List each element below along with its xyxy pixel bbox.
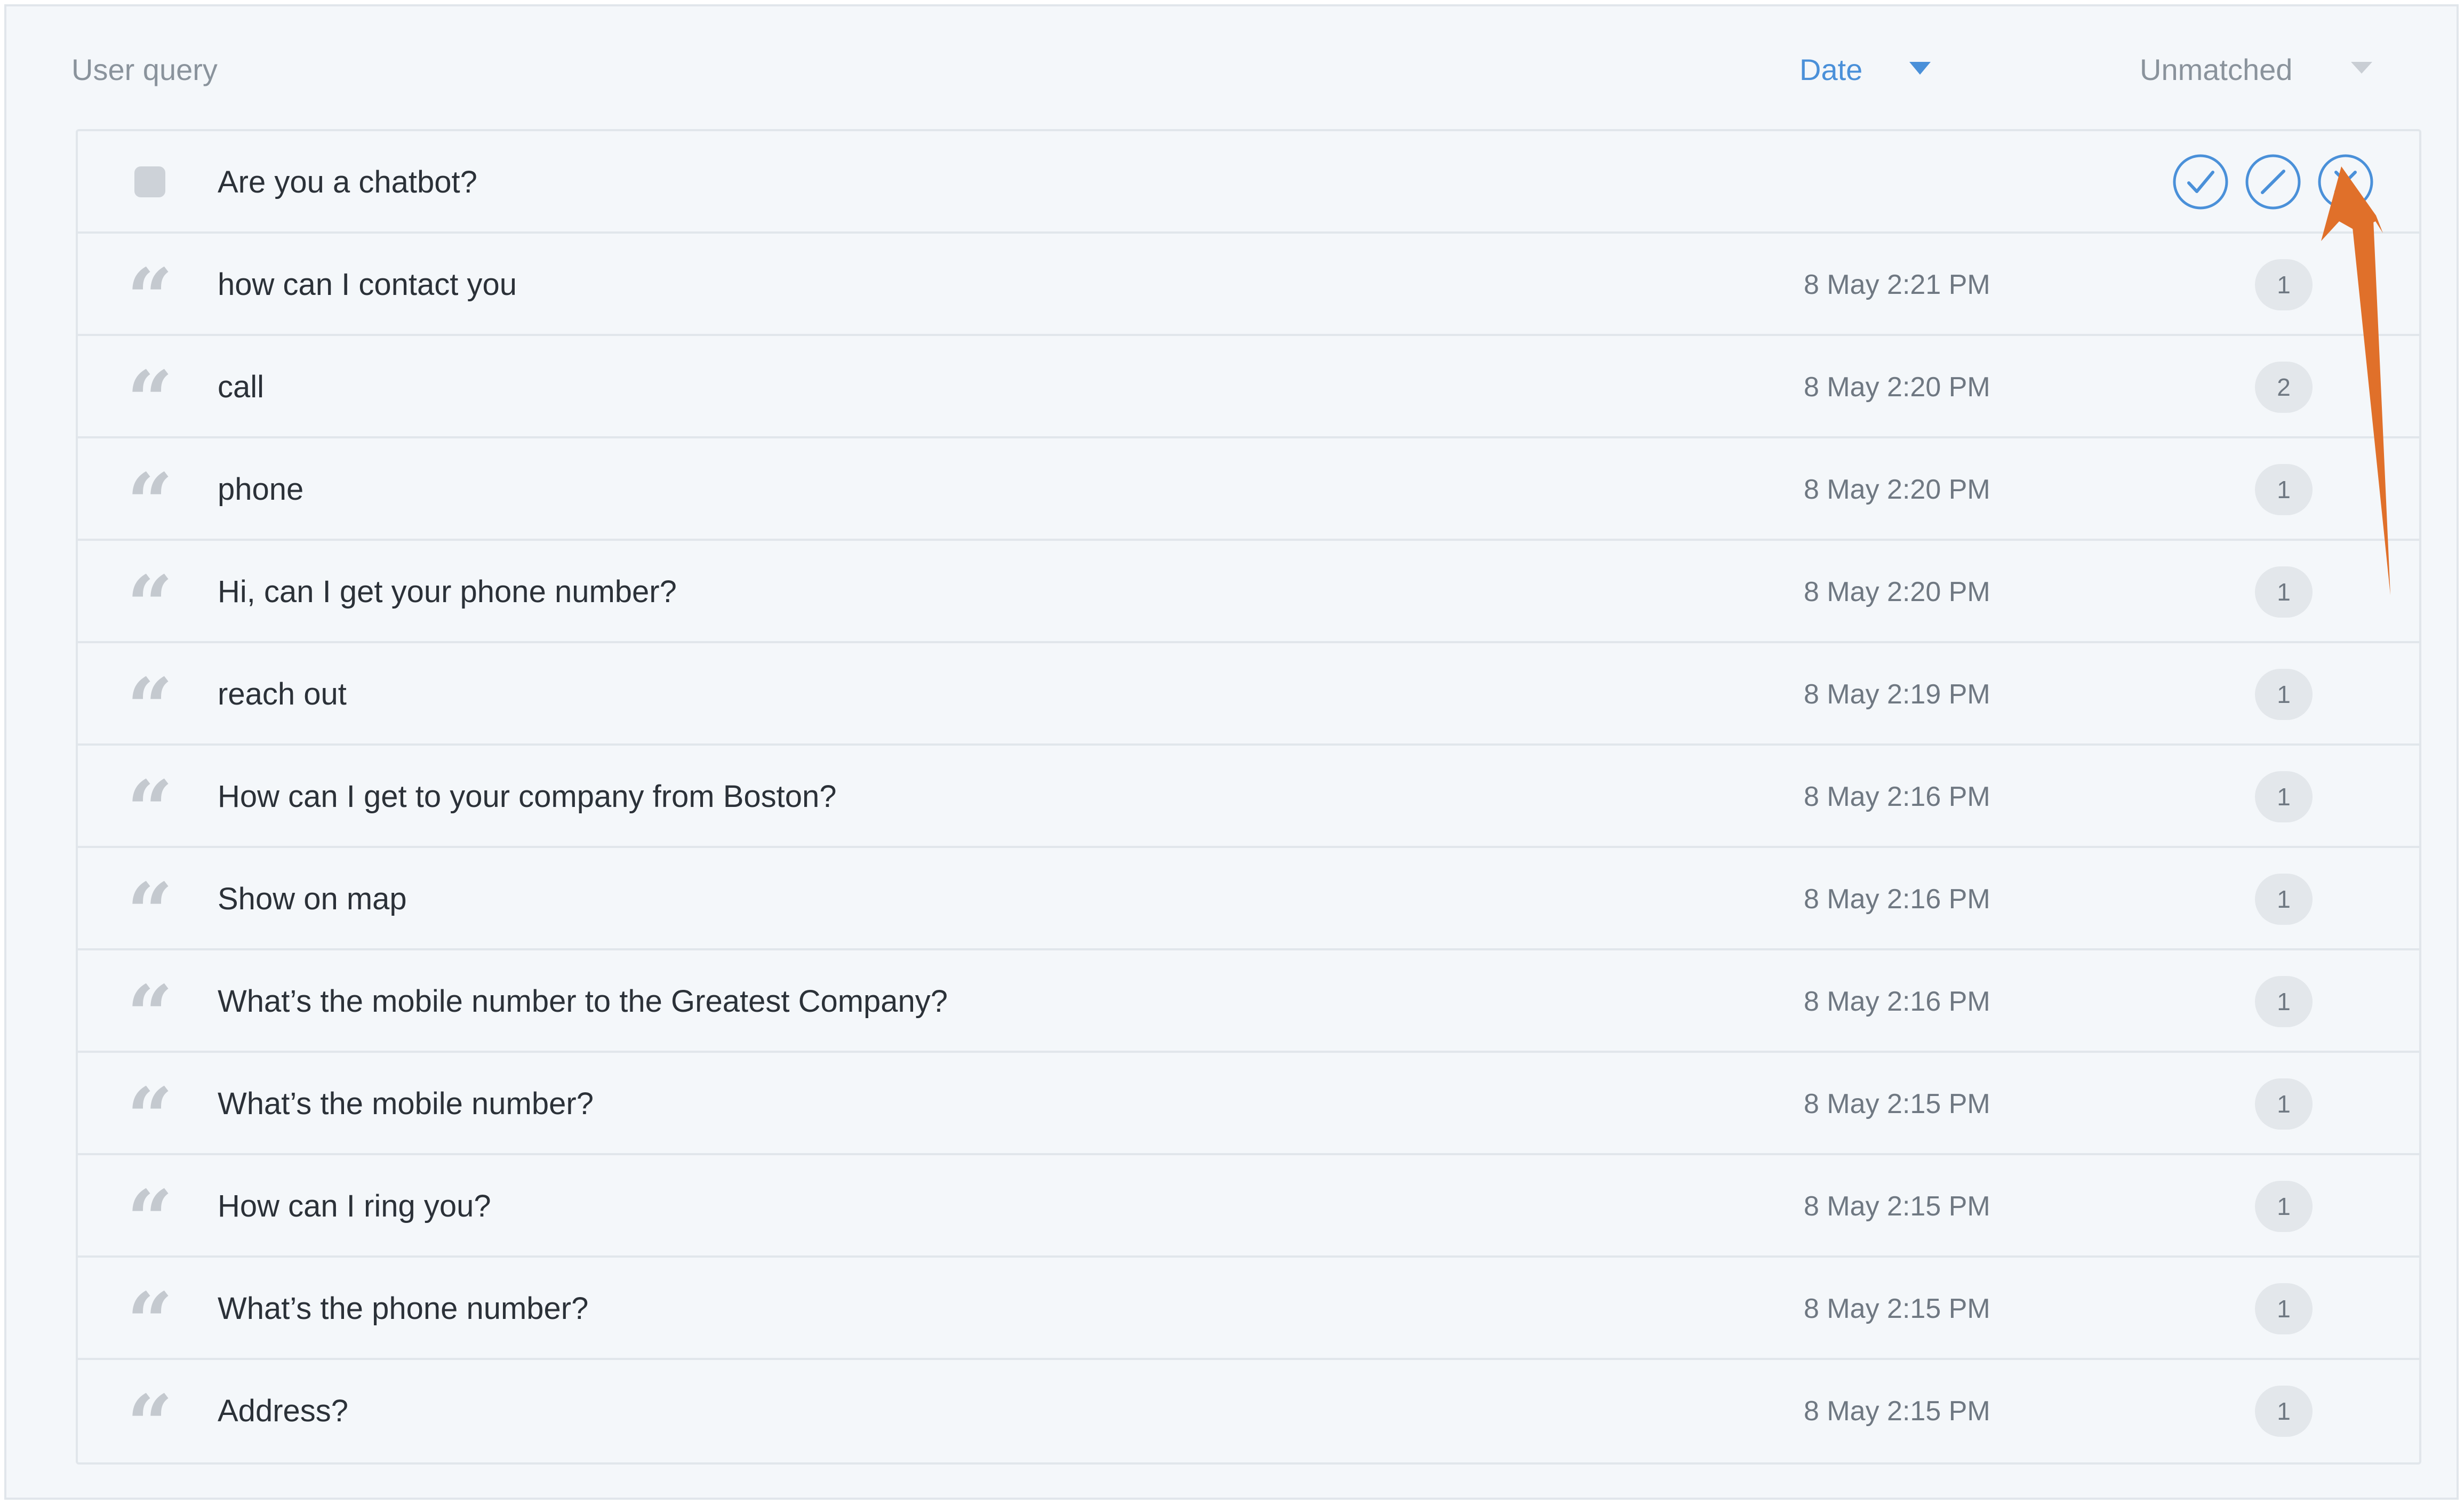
query-text: How can I get to your company from Bosto…: [218, 779, 837, 814]
user-query-column-header: User query: [71, 53, 218, 86]
quote-icon: “: [129, 980, 172, 1023]
occurrence-count-badge: 1: [2255, 1283, 2313, 1334]
query-text: Address?: [218, 1394, 349, 1428]
occurrence-count-badge: 1: [2255, 464, 2313, 515]
x-icon: [2318, 154, 2373, 210]
check-icon: [2173, 154, 2228, 210]
query-date: 8 May 2:15 PM: [1804, 1089, 1990, 1119]
query-date: 8 May 2:16 PM: [1804, 986, 1990, 1017]
quote-icon: “: [129, 1185, 172, 1228]
query-text: How can I ring you?: [218, 1189, 491, 1223]
query-date: 8 May 2:19 PM: [1804, 679, 1990, 710]
quote-icon: “: [129, 1390, 172, 1433]
query-row[interactable]: “ What’s the phone number? 8 May 2:15 PM 1: [78, 1258, 2419, 1360]
occurrence-count-badge: 1: [2255, 566, 2313, 618]
query-row[interactable]: “ How can I get to your company from Bost…: [78, 746, 2419, 848]
quote-icon: “: [129, 366, 172, 409]
occurrence-count-badge: 1: [2255, 259, 2313, 310]
query-text: Show on map: [218, 882, 407, 916]
match-button[interactable]: [2172, 153, 2229, 211]
query-text: What’s the phone number?: [218, 1291, 589, 1326]
quote-icon: “: [129, 571, 172, 613]
query-text: Are you a chatbot?: [218, 165, 477, 199]
table-header: User query Date Unmatched: [6, 6, 2457, 130]
chevron-down-icon[interactable]: [2351, 62, 2372, 74]
slash-icon: [2245, 154, 2301, 210]
quote-icon: “: [129, 775, 172, 818]
query-text: reach out: [218, 677, 347, 711]
query-text: What’s the mobile number?: [218, 1086, 594, 1121]
query-date: 8 May 2:21 PM: [1804, 269, 1990, 300]
query-row[interactable]: “ How can I ring you? 8 May 2:15 PM 1: [78, 1155, 2419, 1258]
query-row[interactable]: “ reach out 8 May 2:19 PM 1: [78, 643, 2419, 746]
checkbox-icon[interactable]: [134, 166, 165, 197]
query-row[interactable]: “ Hi, can I get your phone number? 8 May 2…: [78, 541, 2419, 643]
query-row[interactable]: “ What’s the mobile number to the Greates…: [78, 950, 2419, 1053]
status-filter-dropdown[interactable]: Unmatched: [2140, 46, 2292, 94]
occurrence-count-badge: 1: [2255, 976, 2313, 1027]
occurrence-count-badge: 1: [2255, 771, 2313, 822]
query-date: 8 May 2:15 PM: [1804, 1293, 1990, 1324]
quote-icon: “: [129, 263, 172, 306]
quote-icon: “: [129, 673, 172, 716]
occurrence-count-badge: 1: [2255, 1078, 2313, 1130]
query-text: Hi, can I get your phone number?: [218, 574, 677, 609]
query-text: how can I contact you: [218, 267, 517, 302]
occurrence-count-badge: 1: [2255, 669, 2313, 720]
query-row[interactable]: “ call 8 May 2:20 PM 2: [78, 336, 2419, 438]
query-text: phone: [218, 472, 304, 507]
reject-button[interactable]: [2317, 153, 2374, 211]
ignore-button[interactable]: [2244, 153, 2302, 211]
query-text: call: [218, 370, 265, 404]
quote-icon: “: [129, 1083, 172, 1125]
query-text: What’s the mobile number to the Greatest…: [218, 984, 948, 1019]
quote-icon: “: [129, 468, 172, 511]
occurrence-count-badge: 2: [2255, 362, 2313, 413]
occurrence-count-badge: 1: [2255, 1181, 2313, 1232]
query-row[interactable]: “ What’s the mobile number? 8 May 2:15 PM 1: [78, 1053, 2419, 1155]
selected-query-row[interactable]: Are you a chatbot?: [78, 131, 2419, 234]
date-sort-header[interactable]: Date: [1799, 46, 1862, 94]
query-date: 8 May 2:15 PM: [1804, 1396, 1990, 1427]
query-list: Are you a chatbot? “how can I: [76, 129, 2421, 1465]
query-date: 8 May 2:16 PM: [1804, 884, 1990, 915]
occurrence-count-badge: 1: [2255, 874, 2313, 925]
query-date: 8 May 2:20 PM: [1804, 577, 1990, 607]
query-row[interactable]: “ phone 8 May 2:20 PM 1: [78, 438, 2419, 541]
sort-down-icon[interactable]: [1909, 62, 1931, 75]
query-date: 8 May 2:20 PM: [1804, 474, 1990, 505]
query-row[interactable]: “ Show on map 8 May 2:16 PM 1: [78, 848, 2419, 950]
unmatched-queries-panel: User query Date Unmatched Are you a chat…: [4, 4, 2459, 1500]
query-row[interactable]: “ Address? 8 May 2:15 PM 1: [78, 1360, 2419, 1462]
query-date: 8 May 2:20 PM: [1804, 372, 1990, 403]
quote-icon: “: [129, 1287, 172, 1330]
query-date: 8 May 2:15 PM: [1804, 1191, 1990, 1222]
quote-icon: “: [129, 878, 172, 921]
query-date: 8 May 2:16 PM: [1804, 781, 1990, 812]
query-row[interactable]: “ how can I contact you 8 May 2:21 PM 1: [78, 234, 2419, 336]
occurrence-count-badge: 1: [2255, 1386, 2313, 1437]
